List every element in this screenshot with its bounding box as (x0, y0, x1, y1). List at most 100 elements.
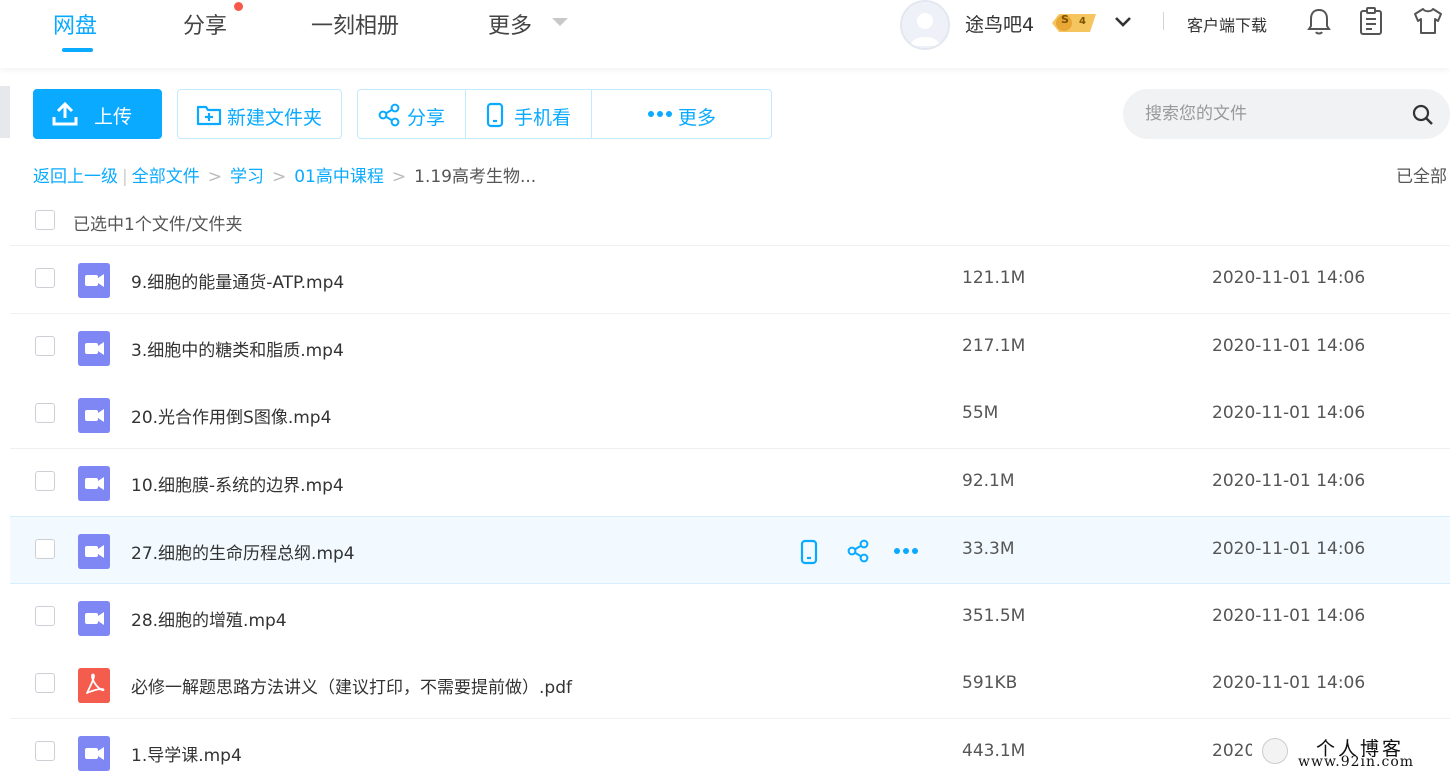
shirt-icon[interactable] (1412, 6, 1444, 36)
file-checkbox[interactable] (35, 336, 55, 356)
bell-icon[interactable] (1306, 6, 1332, 36)
file-checkbox[interactable] (35, 539, 55, 559)
username[interactable]: 途鸟吧4 (965, 10, 1034, 37)
breadcrumb-item-all-files[interactable]: 全部文件 (132, 167, 200, 187)
action-button-group: 分享 手机看 更多 (357, 89, 772, 139)
more-dots-icon (648, 111, 672, 117)
new-folder-button[interactable]: 新建文件夹 (177, 89, 342, 139)
watermark-avatar-icon (1262, 738, 1288, 764)
file-row[interactable]: 28.细胞的增殖.mp4 351.5M 2020-11-01 14:06 (10, 584, 1450, 652)
select-all-checkbox[interactable] (35, 210, 55, 230)
chevron-down-icon[interactable] (1113, 12, 1133, 32)
upload-button[interactable]: 上传 (33, 89, 162, 139)
new-folder-icon (196, 105, 222, 126)
search-input[interactable] (1145, 101, 1395, 127)
more-dropdown-caret-icon[interactable] (552, 18, 568, 26)
file-list: 9.细胞的能量通货-ATP.mp4 121.1M 2020-11-01 14:06 3… (10, 245, 1450, 775)
file-modified-time: 2020-11-01 14:06 (1212, 268, 1366, 288)
file-name[interactable]: 必修一解题思路方法讲义（建议打印，不需要提前做）.pdf (131, 673, 572, 698)
file-size: 443.1M (962, 741, 1026, 761)
file-row[interactable]: 9.细胞的能量通货-ATP.mp4 121.1M 2020-11-01 14:06 (10, 246, 1450, 314)
file-checkbox[interactable] (35, 471, 55, 491)
upload-label: 上传 (94, 106, 133, 128)
selection-count: 已选中1个文件/文件夹 (73, 215, 243, 235)
vip-symbol: S (1061, 13, 1069, 26)
file-size: 121.1M (962, 268, 1026, 288)
divider (1163, 12, 1164, 30)
row-share-icon[interactable] (846, 539, 870, 567)
pdf-file-icon (78, 668, 110, 703)
nav-tab-netdisk[interactable]: 网盘 (53, 8, 97, 40)
nav-tab-album[interactable]: 一刻相册 (311, 8, 399, 40)
mobile-view-button[interactable]: 手机看 (466, 90, 591, 138)
file-checkbox[interactable] (35, 673, 55, 693)
nav-tab-more[interactable]: 更多 (488, 8, 532, 40)
row-more-icon[interactable] (893, 539, 919, 567)
video-file-icon (78, 466, 110, 501)
file-modified-time: 2020-11-01 14:06 (1212, 606, 1366, 626)
file-size: 591KB (962, 673, 1018, 693)
row-phone-icon[interactable] (800, 539, 818, 569)
file-modified-time: 2020-11-01 14:06 (1212, 673, 1366, 693)
file-name[interactable]: 28.细胞的增殖.mp4 (131, 606, 287, 631)
top-navigation-bar: 网盘 分享 一刻相册 更多 途鸟吧4 S 4 客户端下载 (0, 0, 1450, 68)
mobile-view-label: 手机看 (514, 107, 572, 129)
client-download-link[interactable]: 客户端下载 (1187, 12, 1267, 36)
watermark: 个人博客 www.92in.com (1252, 730, 1450, 775)
search-icon[interactable] (1412, 104, 1434, 126)
file-checkbox[interactable] (35, 741, 55, 761)
vip-badge-icon[interactable] (1050, 12, 1098, 34)
file-row[interactable]: 1.导学课.mp4 443.1M 2020 (10, 719, 1450, 775)
share-button[interactable]: 分享 (358, 90, 465, 138)
file-row[interactable]: 10.细胞膜-系统的边界.mp4 92.1M 2020-11-01 14:06 (10, 449, 1450, 517)
breadcrumb-item-course[interactable]: 01高中课程 (294, 167, 384, 187)
notification-dot (234, 2, 243, 11)
breadcrumb-divider: | (122, 167, 128, 187)
breadcrumb-item-study[interactable]: 学习 (230, 167, 264, 187)
file-name[interactable]: 27.细胞的生命历程总纲.mp4 (131, 539, 355, 564)
left-edge-strip (0, 86, 10, 138)
file-size: 92.1M (962, 471, 1015, 491)
upload-icon (52, 101, 78, 126)
new-folder-label: 新建文件夹 (227, 107, 323, 129)
file-size: 217.1M (962, 336, 1026, 356)
file-name[interactable]: 20.光合作用倒S图像.mp4 (131, 403, 331, 428)
video-file-icon (78, 331, 110, 366)
more-button[interactable]: 更多 (592, 90, 772, 138)
file-modified-time: 2020-11-01 14:06 (1212, 336, 1366, 356)
file-row[interactable]: 必修一解题思路方法讲义（建议打印，不需要提前做）.pdf 591KB 2020-11… (10, 651, 1450, 719)
search-box (1123, 89, 1450, 139)
file-modified-time: 2020 (1212, 741, 1256, 761)
breadcrumb-chevron-icon: > (271, 167, 287, 187)
file-row[interactable]: 3.细胞中的糖类和脂质.mp4 217.1M 2020-11-01 14:06 (10, 314, 1450, 382)
file-size: 33.3M (962, 539, 1015, 559)
file-modified-time: 2020-11-01 14:06 (1212, 539, 1366, 559)
video-file-icon (78, 263, 110, 298)
user-avatar[interactable] (900, 0, 950, 50)
file-row[interactable]: 27.细胞的生命历程总纲.mp4 33.3M 2020-11-01 14:06 (10, 516, 1450, 584)
file-name[interactable]: 3.细胞中的糖类和脂质.mp4 (131, 336, 344, 361)
file-modified-time: 2020-11-01 14:06 (1212, 403, 1366, 423)
file-name[interactable]: 1.导学课.mp4 (131, 741, 242, 766)
video-file-icon (78, 736, 110, 771)
active-tab-indicator (62, 48, 93, 52)
breadcrumb-chevron-icon: > (207, 167, 222, 187)
file-row[interactable]: 20.光合作用倒S图像.mp4 55M 2020-11-01 14:06 (10, 381, 1450, 449)
clipboard-icon[interactable] (1358, 6, 1384, 36)
breadcrumb-chevron-icon: > (391, 167, 407, 187)
file-name[interactable]: 9.细胞的能量通货-ATP.mp4 (131, 268, 344, 293)
breadcrumb: 返回上一级 | 全部文件 > 学习 >01高中课程 >1.19高考生物... (33, 162, 536, 187)
share-icon (378, 103, 400, 127)
video-file-icon (78, 601, 110, 636)
file-checkbox[interactable] (35, 403, 55, 423)
breadcrumb-current: 1.19高考生物... (414, 167, 537, 187)
vip-level: 4 (1079, 16, 1086, 27)
file-name[interactable]: 10.细胞膜-系统的边界.mp4 (131, 471, 344, 496)
file-checkbox[interactable] (35, 606, 55, 626)
video-file-icon (78, 398, 110, 433)
file-size: 55M (962, 403, 999, 423)
breadcrumb-back[interactable]: 返回上一级 (33, 167, 118, 187)
nav-tab-share[interactable]: 分享 (183, 8, 227, 40)
file-checkbox[interactable] (35, 268, 55, 288)
share-label: 分享 (407, 107, 446, 129)
